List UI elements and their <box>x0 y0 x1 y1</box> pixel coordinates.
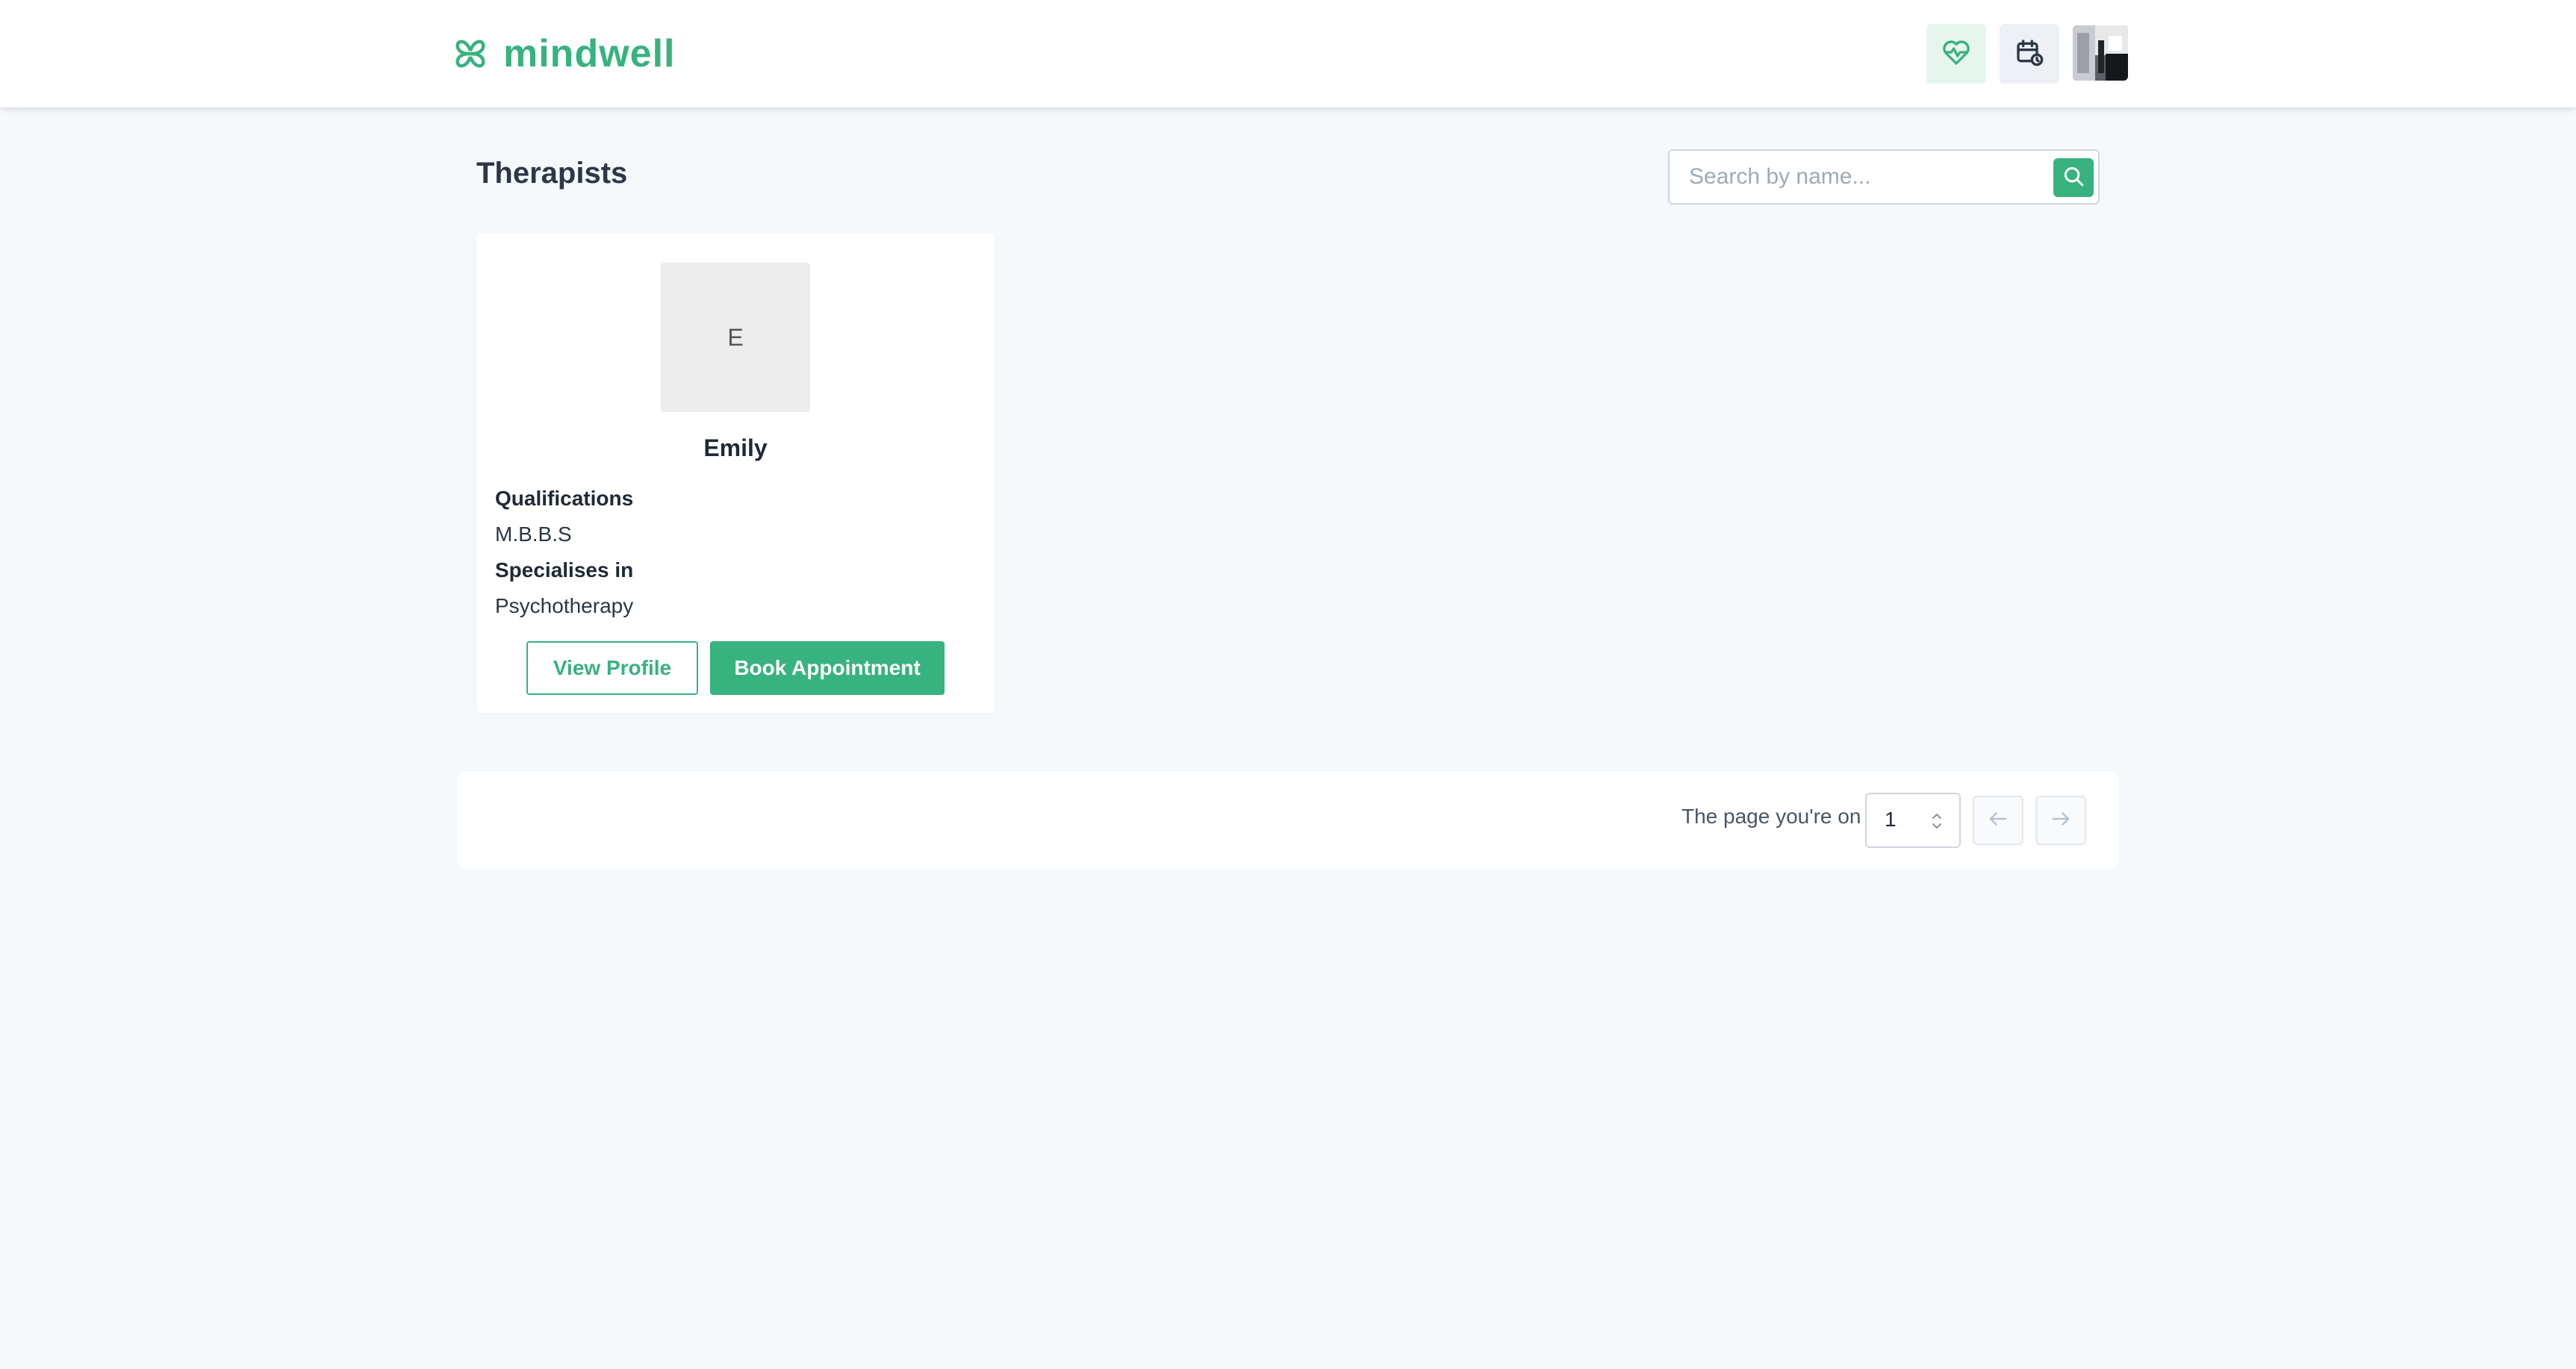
search-bar <box>1668 149 2100 205</box>
book-appointment-button[interactable]: Book Appointment <box>710 641 945 695</box>
therapist-name: Emily <box>703 434 768 461</box>
user-avatar[interactable] <box>2073 25 2128 81</box>
brand-name: mindwell <box>503 32 676 75</box>
page-number-value: 1 <box>1885 808 1897 831</box>
view-profile-button[interactable]: View Profile <box>526 641 698 695</box>
specialises-label: Specialises in <box>495 558 634 581</box>
top-navbar: mindwell <box>0 0 2576 107</box>
health-button[interactable] <box>1926 24 1986 84</box>
page-title: Therapists <box>476 157 628 190</box>
appointments-button[interactable] <box>2000 24 2059 84</box>
calendar-clock-icon <box>2015 37 2044 71</box>
page-number-stepper[interactable]: 1 <box>1865 793 1961 848</box>
stepper-arrows-icon <box>1931 811 1943 835</box>
qualifications-label: Qualifications <box>495 487 634 510</box>
qualifications-value: M.B.B.S <box>495 523 572 546</box>
specialty-value: Psychotherapy <box>495 594 634 617</box>
therapist-card: E Emily Qualifications M.B.B.S Specialis… <box>476 233 995 714</box>
search-icon <box>2062 165 2085 191</box>
previous-page-button[interactable] <box>1973 796 2023 845</box>
pagination-bar: The page you're on 1 <box>458 772 2118 867</box>
search-input[interactable] <box>1687 151 2046 203</box>
arrow-right-icon <box>2050 808 2072 834</box>
next-page-button[interactable] <box>2035 796 2086 845</box>
heart-pulse-icon <box>1941 37 1971 71</box>
page-label: The page you're on <box>1681 805 1861 828</box>
therapist-photo-placeholder: E <box>661 263 810 412</box>
arrow-left-icon <box>1987 808 2009 834</box>
brand-logo[interactable]: mindwell <box>451 31 675 76</box>
clover-icon <box>451 34 490 73</box>
search-button[interactable] <box>2053 158 2094 197</box>
